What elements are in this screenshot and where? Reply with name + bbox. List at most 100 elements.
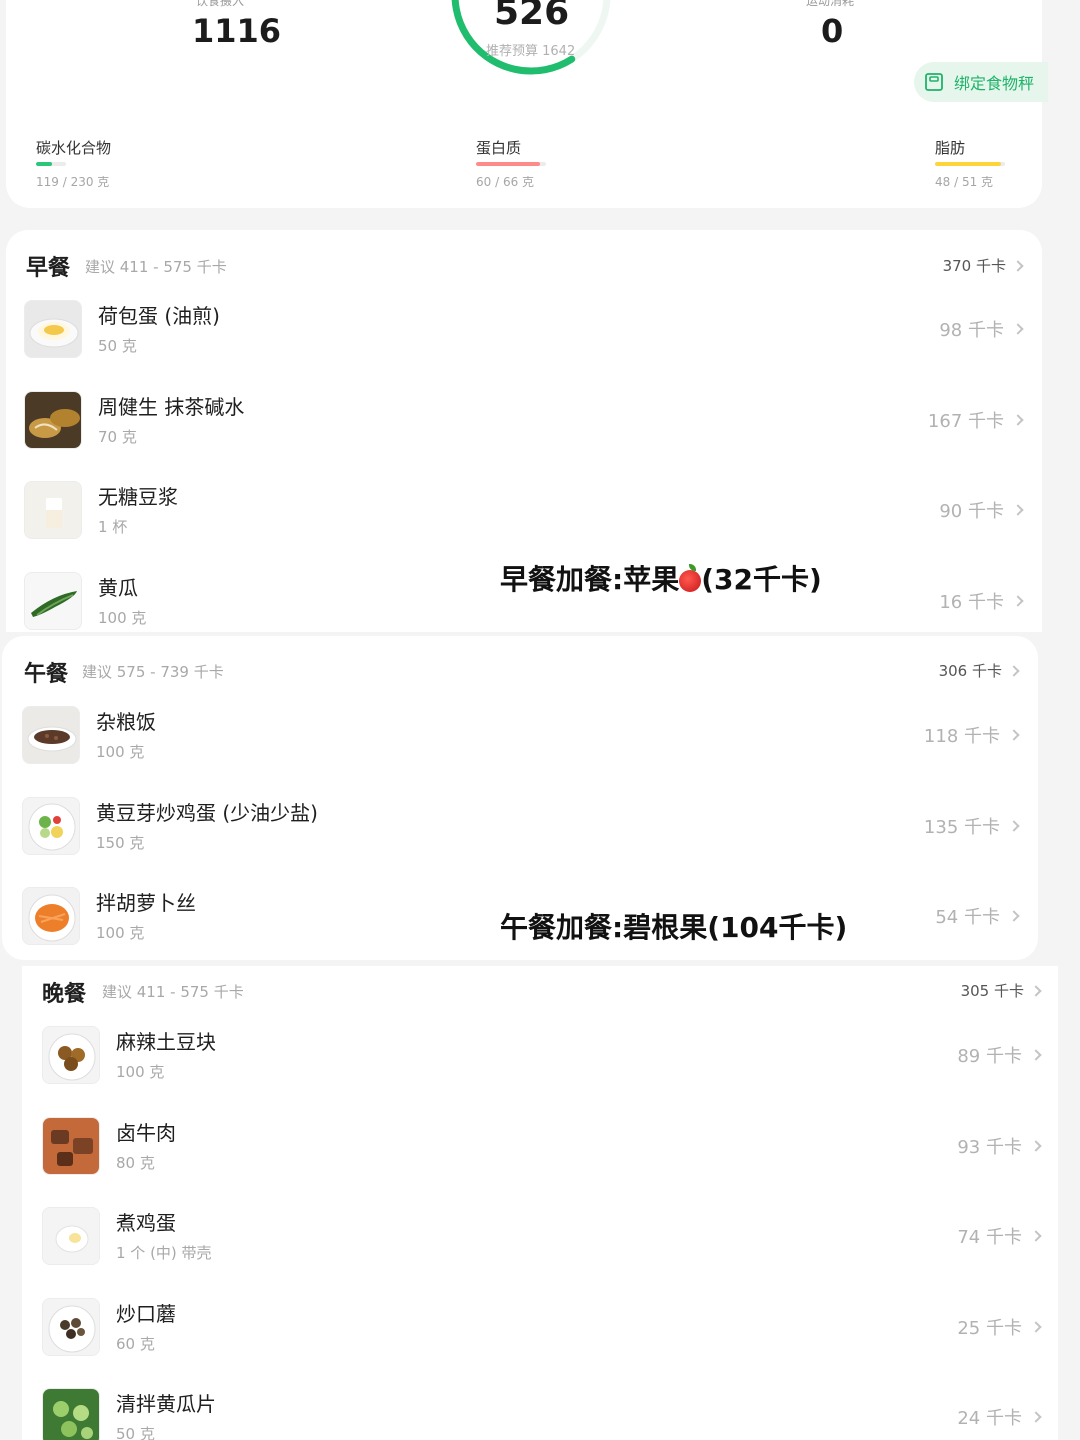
food-calories-value: 167 千卡 <box>927 410 1004 432</box>
remaining-value: 526 <box>494 0 570 33</box>
food-name: 杂粮饭 <box>96 710 156 734</box>
intake-value: 1116 <box>192 12 282 50</box>
macro-progress-fill <box>935 162 1001 166</box>
food-quantity: 60 克 <box>116 1334 155 1353</box>
multigrain-rice-icon <box>22 706 80 764</box>
food-calories-value: 25 千卡 <box>957 1317 1022 1339</box>
breakfast-total: 370 千卡 <box>942 257 1006 275</box>
pretzel-bread-icon <box>24 390 82 449</box>
bind-scale-label: 绑定食物秤 <box>954 74 1035 93</box>
food-name: 无糖豆浆 <box>98 485 178 510</box>
chevron-right-icon <box>1030 984 1042 997</box>
bind-scale-button[interactable]: 绑定食物秤 <box>914 62 1048 102</box>
cucumber-salad-icon <box>42 1388 100 1440</box>
macro-progress-fill <box>476 162 540 166</box>
mushroom-icon <box>42 1297 100 1356</box>
food-name: 黄瓜 <box>98 575 138 600</box>
food-quantity: 1 杯 <box>98 518 128 537</box>
food-name: 拌胡萝卜丝 <box>96 891 196 916</box>
macro-name: 碳水化合物 <box>36 139 112 157</box>
exercise-value: 0 <box>821 12 844 50</box>
food-item-row[interactable]: 杂粮饭 100 克 118 千卡 <box>22 706 1020 776</box>
food-name: 周健生 抹茶碱水 <box>98 394 245 419</box>
dinner-card: 晚餐 建议 411 - 575 千卡 305 千卡 麻辣土豆块 100 克 89 千… <box>22 966 1058 1440</box>
budget-label: 推荐预算 1642 <box>486 44 576 59</box>
macro-progress-bar <box>935 162 1005 166</box>
food-calories: 16 千卡 <box>939 588 1024 614</box>
macro-value: 119 / 230 克 <box>36 175 110 189</box>
food-calories: 54 千卡 <box>935 903 1020 929</box>
food-quantity: 150 克 <box>96 833 145 852</box>
food-calories-value: 24 千卡 <box>957 1408 1022 1430</box>
dinner-total: 305 千卡 <box>960 982 1024 1000</box>
food-calories: 135 千卡 <box>923 813 1020 839</box>
food-calories: 93 千卡 <box>957 1133 1042 1159</box>
macro-progress-bar <box>476 162 546 166</box>
food-quantity: 100 克 <box>96 924 145 943</box>
food-item-row[interactable]: 荷包蛋 (油煎) 50 克 98 千卡 <box>24 300 1024 370</box>
chevron-right-icon <box>1012 323 1024 335</box>
chevron-right-icon <box>1008 664 1020 677</box>
chevron-right-icon <box>1008 910 1020 922</box>
breakfast-suggestion: 建议 411 - 575 千卡 <box>85 258 227 276</box>
chevron-right-icon <box>1012 504 1024 516</box>
food-calories: 118 千卡 <box>923 722 1020 748</box>
breakfast-title: 早餐 <box>26 256 71 281</box>
food-item-row[interactable]: 煮鸡蛋 1 个 (中) 带壳 74 千卡 <box>42 1207 1042 1277</box>
macro-value: 60 / 66 克 <box>476 175 535 189</box>
lunch-total: 306 千卡 <box>938 662 1002 680</box>
food-item-row[interactable]: 周健生 抹茶碱水 70 克 167 千卡 <box>24 390 1024 461</box>
food-item-row[interactable]: 无糖豆浆 1 杯 90 千卡 <box>24 481 1024 551</box>
chevron-right-icon <box>1012 413 1024 426</box>
food-item-row[interactable]: 炒口蘑 60 克 25 千卡 <box>42 1297 1042 1368</box>
daily-summary-card: 饮食摄入 1116 526 推荐预算 1642 运动消耗 0 绑定食物秤 碳水化… <box>6 0 1048 208</box>
exercise-label: 运动消耗 <box>806 0 855 8</box>
food-quantity: 80 克 <box>116 1153 155 1172</box>
food-calories: 89 千卡 <box>957 1042 1042 1068</box>
macro-progress-bar <box>36 162 66 166</box>
stir-fry-egg-icon <box>22 796 80 855</box>
intake-label: 饮食摄入 <box>196 0 245 8</box>
macro-name: 脂肪 <box>935 139 966 157</box>
food-calories: 74 千卡 <box>957 1223 1042 1249</box>
lunch-total-link[interactable]: 306 千卡 <box>938 660 1020 681</box>
food-name: 黄豆芽炒鸡蛋 (少油少盐) <box>96 800 318 825</box>
soy-milk-icon <box>24 481 82 540</box>
food-calories: 24 千卡 <box>957 1404 1042 1430</box>
breakfast-snack-annotation: 早餐加餐:苹果 (32千卡) <box>500 558 822 598</box>
food-quantity: 70 克 <box>98 427 137 446</box>
food-calories-value: 16 千卡 <box>939 591 1004 613</box>
spicy-potato-icon <box>42 1026 100 1084</box>
macro-name: 蛋白质 <box>476 139 522 157</box>
food-quantity: 50 克 <box>98 337 137 355</box>
macro-value: 48 / 51 克 <box>935 175 994 189</box>
chevron-right-icon <box>1030 1321 1042 1333</box>
food-calories-value: 135 千卡 <box>923 816 1000 838</box>
fried-egg-icon <box>24 300 82 358</box>
food-quantity: 100 克 <box>96 743 145 761</box>
braised-beef-icon <box>42 1116 100 1175</box>
food-calories-value: 118 千卡 <box>923 726 1000 747</box>
apple-icon <box>679 564 702 592</box>
dinner-suggestion: 建议 411 - 575 千卡 <box>102 983 244 1001</box>
food-calories-value: 90 千卡 <box>939 501 1004 523</box>
food-quantity: 1 个 (中) 带壳 <box>116 1244 212 1263</box>
food-name: 炒口蘑 <box>116 1301 176 1326</box>
food-item-row[interactable]: 清拌黄瓜片 50 克 24 千卡 <box>42 1388 1042 1440</box>
food-item-row[interactable]: 麻辣土豆块 100 克 89 千卡 <box>42 1026 1042 1096</box>
food-item-row[interactable]: 卤牛肉 80 克 93 千卡 <box>42 1116 1042 1187</box>
breakfast-snack-cal: (32千卡) <box>701 563 822 596</box>
dinner-total-link[interactable]: 305 千卡 <box>960 980 1042 1001</box>
food-calories-value: 54 千卡 <box>935 907 1000 929</box>
food-item-row[interactable]: 黄豆芽炒鸡蛋 (少油少盐) 150 克 135 千卡 <box>22 796 1020 867</box>
carrot-salad-icon <box>22 887 80 946</box>
chevron-right-icon <box>1030 1230 1042 1242</box>
breakfast-total-link[interactable]: 370 千卡 <box>942 255 1024 276</box>
chevron-right-icon <box>1030 1411 1042 1424</box>
food-calories: 25 千卡 <box>957 1314 1042 1340</box>
food-calories-value: 98 千卡 <box>939 320 1004 341</box>
food-quantity: 100 克 <box>116 1063 165 1081</box>
food-name: 卤牛肉 <box>116 1120 176 1145</box>
food-calories-value: 89 千卡 <box>957 1046 1022 1067</box>
food-name: 荷包蛋 (油煎) <box>98 304 220 328</box>
